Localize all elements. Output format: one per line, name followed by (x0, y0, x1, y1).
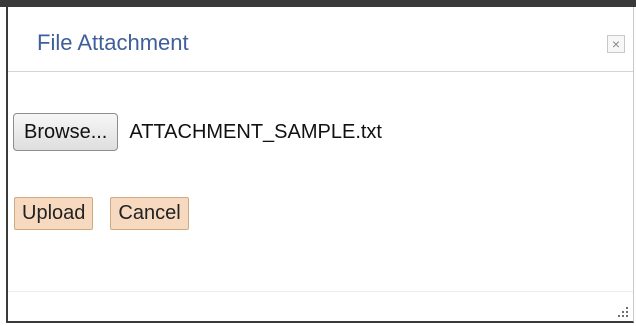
file-picker-row: Browse... ATTACHMENT_SAMPLE.txt (13, 113, 382, 151)
action-buttons: Upload Cancel (14, 197, 189, 230)
resize-grip-icon[interactable] (617, 306, 629, 318)
top-border (0, 0, 636, 7)
close-icon: × (611, 36, 621, 52)
file-attachment-dialog: File Attachment × Browse... ATTACHMENT_S… (6, 7, 634, 323)
footer-divider (8, 291, 633, 292)
dialog-titlebar: File Attachment × (8, 7, 633, 72)
upload-button[interactable]: Upload (14, 197, 94, 230)
browse-button[interactable]: Browse... (13, 113, 119, 151)
screen: File Attachment × Browse... ATTACHMENT_S… (0, 0, 636, 326)
close-button[interactable]: × (607, 35, 625, 53)
selected-file-name: ATTACHMENT_SAMPLE.txt (129, 120, 382, 143)
dialog-title: File Attachment (37, 30, 189, 55)
cancel-button[interactable]: Cancel (110, 197, 189, 230)
